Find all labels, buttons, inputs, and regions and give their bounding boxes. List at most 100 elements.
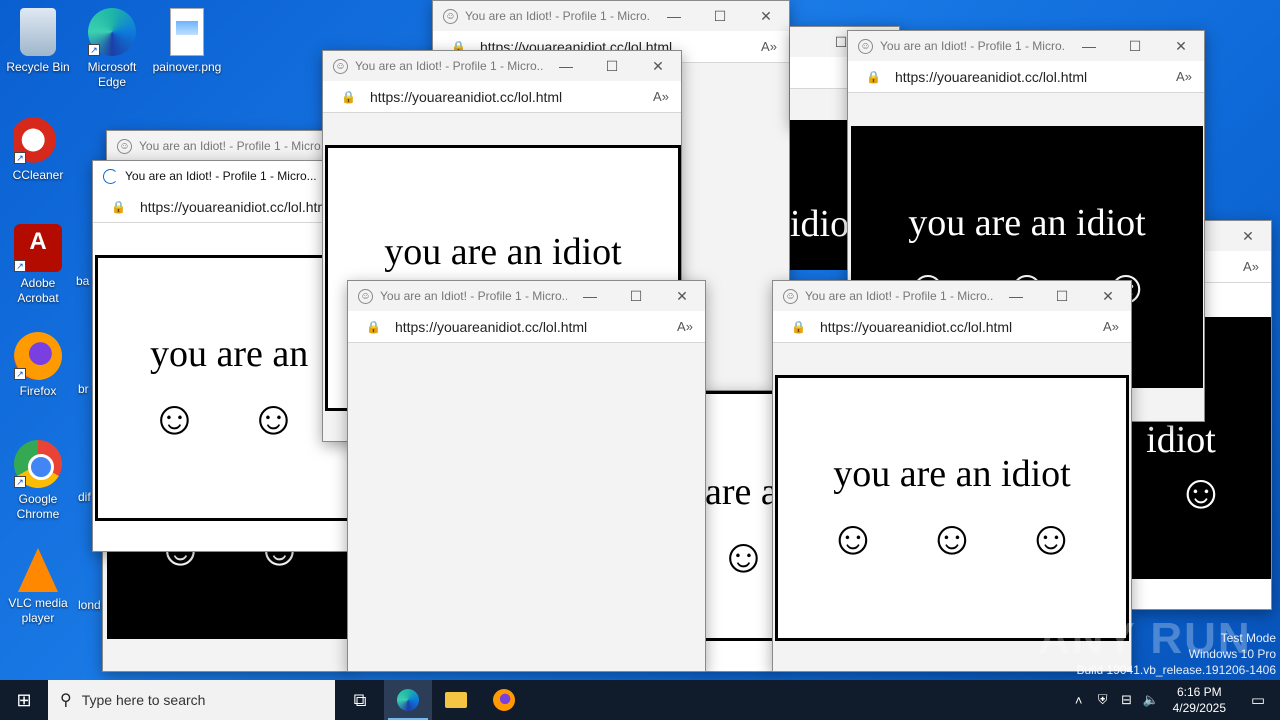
smiley-face: ☺ <box>828 512 878 565</box>
minimize-button[interactable]: — <box>567 288 613 304</box>
notification-icon[interactable]: ▭ <box>1236 691 1280 709</box>
read-aloud-icon[interactable]: A» <box>1231 259 1271 274</box>
close-button[interactable]: ✕ <box>743 8 789 25</box>
minimize-button[interactable]: — <box>1066 38 1112 54</box>
title-bar[interactable]: ☺ You are an Idiot! - Profile 1 - Micro.… <box>773 281 1131 311</box>
desktop-icon-label: Recycle Bin <box>6 60 70 74</box>
start-button[interactable]: ⊞ <box>0 680 48 720</box>
window-title: You are an Idiot! - Profile 1 - Micro... <box>139 139 331 153</box>
lock-icon: 🔒 <box>111 199 126 214</box>
browser-window[interactable]: You are an Idiot! - Profile 1 - Micro...… <box>92 160 350 552</box>
close-button[interactable]: ✕ <box>1085 288 1131 305</box>
url-text[interactable]: https://youareanidiot.cc/lol.html <box>140 199 349 215</box>
read-aloud-icon[interactable]: A» <box>1091 319 1131 334</box>
firefox-icon: ↗ <box>14 332 62 380</box>
page-content: are a ☺ <box>705 391 775 641</box>
task-view-button[interactable]: ⧉ <box>336 680 384 720</box>
window-title: You are an Idiot! - Profile 1 - Micro... <box>880 39 1066 53</box>
title-bar[interactable]: ☺ You are an Idiot! - Profile 1 - Micro.… <box>323 51 681 81</box>
browser-window[interactable]: ☺ You are an Idiot! - Profile 1 - Micro.… <box>347 280 706 672</box>
clock[interactable]: 6:16 PM 4/29/2025 <box>1163 684 1236 716</box>
close-button[interactable]: ✕ <box>1158 38 1204 55</box>
read-aloud-icon[interactable]: A» <box>641 89 681 104</box>
url-text[interactable]: https://youareanidiot.cc/lol.html <box>895 69 1164 85</box>
title-bar[interactable]: ☺ You are an Idiot! - Profile 1 - Micro.… <box>348 281 705 311</box>
lock-icon: 🔒 <box>866 69 881 84</box>
title-bar[interactable]: ☺ You are an Idiot! - Profile 1 - Micro.… <box>848 31 1204 61</box>
defender-icon[interactable]: ⛨ <box>1091 692 1115 708</box>
desktop-icon-painover[interactable]: painover.png <box>149 8 225 75</box>
smiley-row: ☺ ☺ <box>150 394 298 444</box>
taskbar-search[interactable]: ⚲ Type here to search <box>48 680 335 720</box>
desktop-icon-label: Microsoft Edge <box>87 60 137 89</box>
chevron-up-icon[interactable]: ˄ <box>1067 693 1091 708</box>
taskbar-firefox-button[interactable] <box>480 680 528 720</box>
desktop-icon-label: Adobe Acrobat <box>17 276 59 305</box>
maximize-button[interactable]: ☐ <box>1039 288 1085 305</box>
page-content: idiot <box>790 120 850 270</box>
smiley-row: ☺ ☺ ☺ <box>828 514 1075 564</box>
minimize-button[interactable]: — <box>993 288 1039 304</box>
desktop-icon-label: ba <box>76 274 90 288</box>
minimize-button[interactable]: — <box>543 58 589 74</box>
desktop-icon-label: dif <box>78 490 91 504</box>
url-text[interactable]: https://youareanidiot.cc/lol.html <box>395 319 665 335</box>
maximize-button[interactable]: ☐ <box>1112 38 1158 55</box>
desktop-icon-label: Firefox <box>19 384 57 398</box>
watermark-line: Windows 10 Pro <box>1188 647 1276 661</box>
desktop-icon-acrobat[interactable]: ↗ Adobe Acrobat <box>0 224 76 306</box>
read-aloud-icon[interactable]: A» <box>749 39 789 54</box>
smiley-face: ☺ <box>927 512 977 565</box>
close-button[interactable]: ✕ <box>659 288 705 305</box>
desktop-icon-partial[interactable]: lond <box>78 598 104 613</box>
message-text: you are an idiot <box>384 231 622 273</box>
taskbar-edge-button[interactable] <box>384 680 432 720</box>
url-text[interactable]: https://youareanidiot.cc/lol.html <box>820 319 1091 335</box>
message-text: you are an <box>150 333 309 375</box>
smiley-face: ☺ <box>150 392 200 445</box>
close-button[interactable]: ✕ <box>1225 228 1271 245</box>
watermark-line: Test Mode <box>1220 631 1276 645</box>
message-text: idiot <box>1146 419 1216 461</box>
smiley-face: ☺ <box>719 530 769 583</box>
address-bar[interactable]: 🔒 https://youareanidiot.cc/lol.html A» <box>348 311 705 343</box>
maximize-button[interactable]: ☐ <box>589 58 635 75</box>
system-tray: ˄ ⛨ ⊟ 🔈 6:16 PM 4/29/2025 ▭ <box>1067 680 1280 720</box>
png-file-icon <box>170 8 204 56</box>
address-bar[interactable]: 🔒 https://youareanidiot.cc/lol.html A» <box>848 61 1204 93</box>
title-bar[interactable]: ☺ You are an Idiot! - Profile 1 - Micro.… <box>433 1 789 31</box>
browser-window[interactable]: are a ☺ <box>704 390 776 672</box>
desktop-icon-chrome[interactable]: ↗ Google Chrome <box>0 440 76 522</box>
acrobat-icon: ↗ <box>14 224 62 272</box>
maximize-button[interactable]: ☐ <box>697 8 743 25</box>
address-bar[interactable]: 🔒 https://youareanidiot.cc/lol.html A» <box>773 311 1131 343</box>
desktop-icon-vlc[interactable]: VLC media player <box>0 548 76 626</box>
desktop-icon-firefox[interactable]: ↗ Firefox <box>0 332 76 399</box>
desktop-icon-ccleaner[interactable]: ↗ CCleaner <box>0 116 76 183</box>
read-aloud-icon[interactable]: A» <box>665 319 705 334</box>
close-button[interactable]: ✕ <box>635 58 681 75</box>
lock-icon: 🔒 <box>366 319 381 334</box>
desktop-icon-label: Google Chrome <box>16 492 60 521</box>
address-bar[interactable]: 🔒 https://youareanidiot.cc/lol.html A» <box>323 81 681 113</box>
url-text[interactable]: https://youareanidiot.cc/lol.html <box>370 89 641 105</box>
network-icon[interactable]: ⊟ <box>1115 692 1139 708</box>
task-view-icon: ⧉ <box>353 689 367 710</box>
page-area: you are an ☺ ☺ <box>93 223 349 551</box>
read-aloud-icon[interactable]: A» <box>1164 69 1204 84</box>
address-bar[interactable]: 🔒 https://youareanidiot.cc/lol.html <box>93 191 349 223</box>
smiley-face: ☺ <box>1176 466 1226 519</box>
volume-icon[interactable]: 🔈 <box>1139 692 1163 708</box>
title-bar[interactable]: ☺ You are an Idiot! - Profile 1 - Micro.… <box>107 131 335 161</box>
chrome-icon: ↗ <box>14 440 62 488</box>
desktop-icon-edge[interactable]: ↗ Microsoft Edge <box>74 8 150 90</box>
firefox-icon <box>493 689 515 711</box>
maximize-button[interactable]: ☐ <box>613 288 659 305</box>
title-bar[interactable]: You are an Idiot! - Profile 1 - Micro... <box>93 161 349 191</box>
smiley-favicon-icon: ☺ <box>358 288 373 304</box>
minimize-button[interactable]: — <box>651 8 697 24</box>
taskbar: ⊞ ⚲ Type here to search ⧉ ˄ ⛨ ⊟ 🔈 6:16 P… <box>0 680 1280 720</box>
desktop-icon-recycle-bin[interactable]: Recycle Bin <box>0 8 76 75</box>
taskbar-explorer-button[interactable] <box>432 680 480 720</box>
message-text: you are an idiot <box>833 453 1071 495</box>
